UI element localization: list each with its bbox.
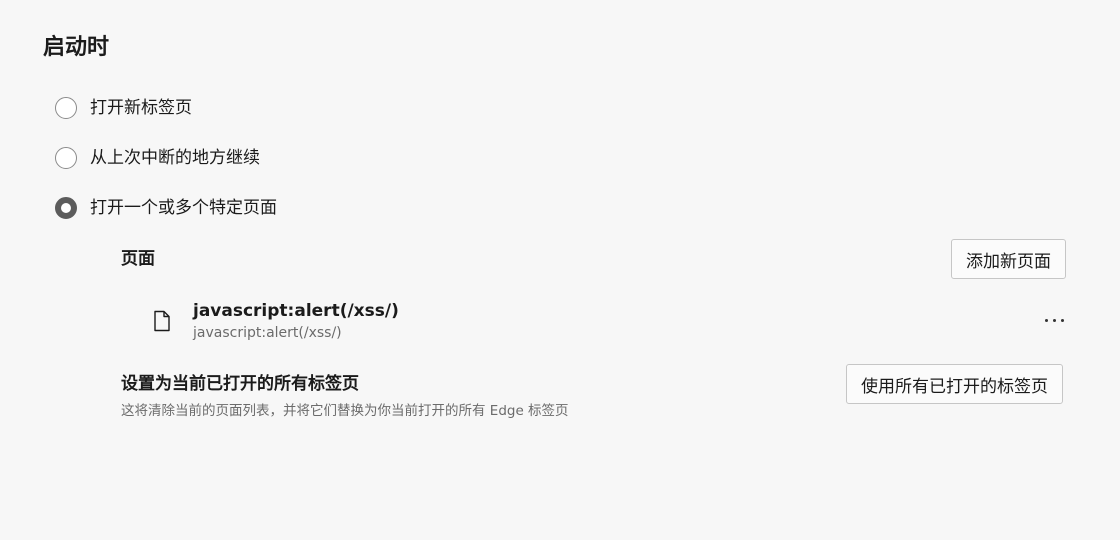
set-current-heading: 设置为当前已打开的所有标签页 [121, 374, 359, 394]
radio-option-continue[interactable]: 从上次中断的地方继续 [55, 145, 260, 171]
radio-label: 打开新标签页 [90, 98, 192, 118]
radio-button[interactable] [55, 97, 77, 119]
radio-option-new-tab[interactable]: 打开新标签页 [55, 95, 192, 121]
document-icon [154, 310, 170, 332]
more-horizontal-icon[interactable] [1036, 305, 1072, 335]
radio-label: 从上次中断的地方继续 [90, 148, 260, 168]
set-current-description: 这将清除当前的页面列表，并将它们替换为你当前打开的所有 Edge 标签页 [121, 403, 569, 419]
pages-heading: 页面 [121, 249, 155, 269]
page-title: javascript:alert(/xss/) [193, 301, 399, 321]
use-all-open-tabs-button[interactable]: 使用所有已打开的标签页 [846, 364, 1063, 404]
radio-option-specific-pages[interactable]: 打开一个或多个特定页面 [55, 195, 277, 221]
radio-button[interactable] [55, 147, 77, 169]
radio-label: 打开一个或多个特定页面 [90, 198, 277, 218]
add-new-page-button[interactable]: 添加新页面 [951, 239, 1066, 279]
page-url: javascript:alert(/xss/) [193, 325, 342, 341]
section-title: 启动时 [43, 35, 110, 60]
page-list-item: javascript:alert(/xss/) javascript:alert… [152, 297, 1072, 347]
startup-settings-page: 启动时 打开新标签页 从上次中断的地方继续 打开一个或多个特定页面 页面 添加新… [0, 0, 1120, 540]
radio-button-selected[interactable] [55, 197, 77, 219]
